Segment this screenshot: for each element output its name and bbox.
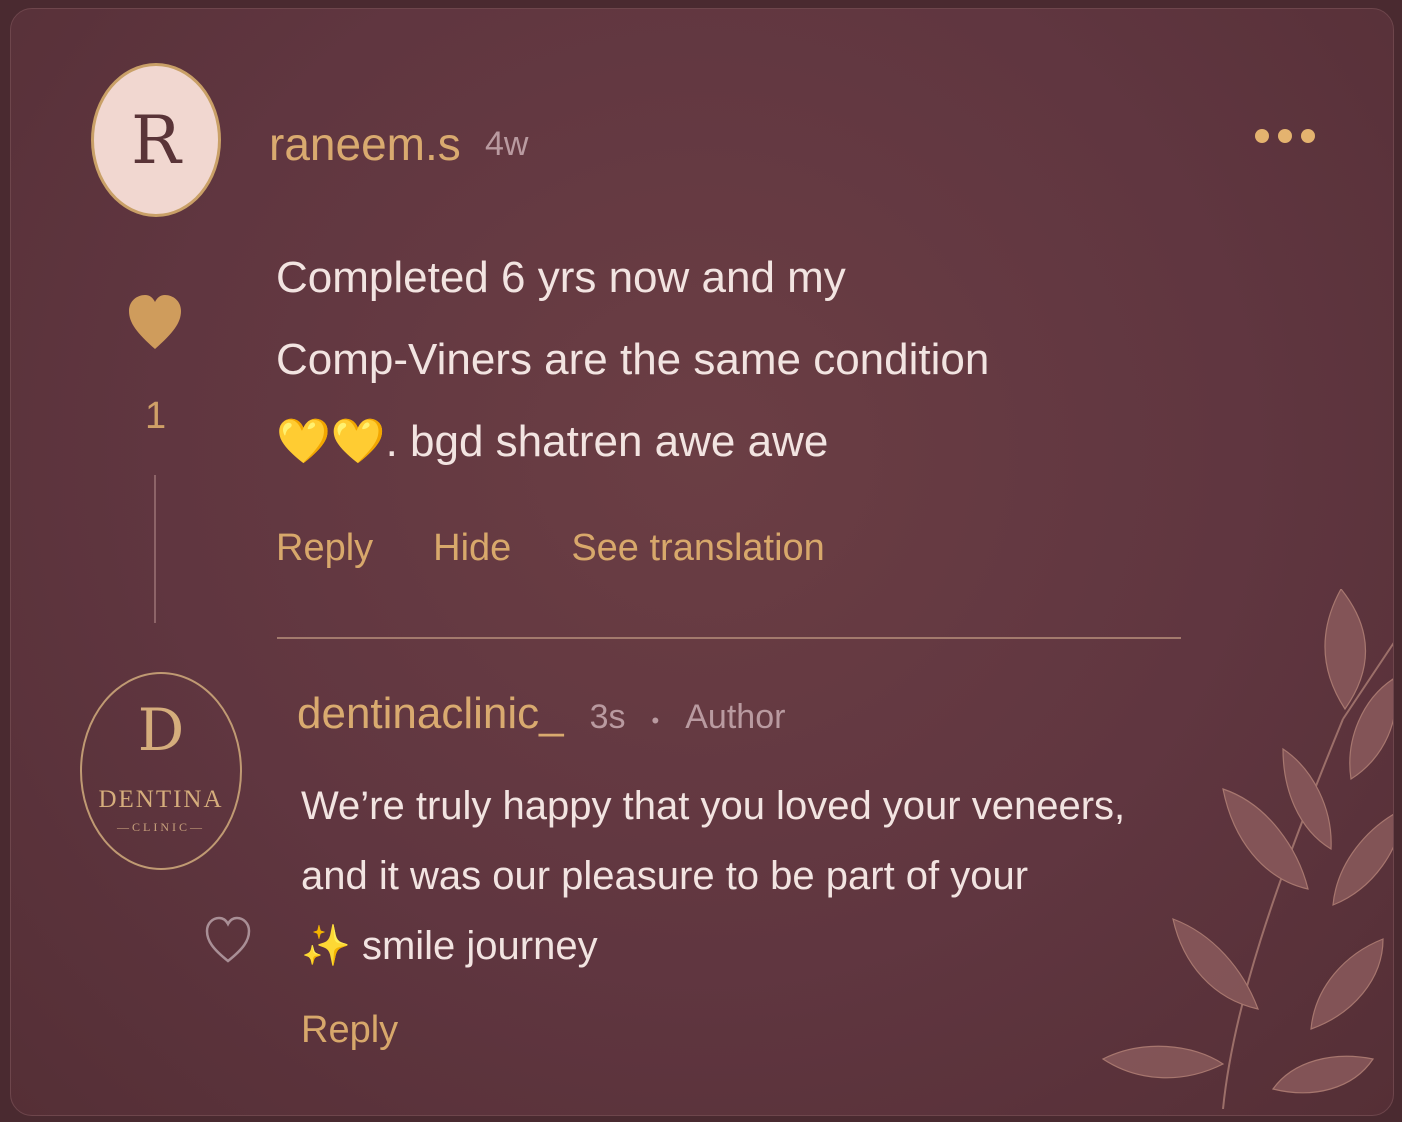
logo-letter: D	[137, 696, 185, 764]
yellow-heart-emoji: 💛💛	[276, 417, 386, 466]
avatar-letter: R	[131, 101, 181, 179]
clinic-logo-avatar[interactable]: D DENTINA —CLINIC—	[80, 672, 242, 870]
comment-line-2: Comp-Viners are the same condition	[276, 335, 990, 384]
reply-reply-button[interactable]: Reply	[301, 1009, 398, 1052]
author-badge: Author	[685, 698, 786, 736]
comment-line-1: Completed 6 yrs now and my	[276, 253, 846, 302]
comment-line-3: 💛💛. bgd shatren awe awe	[276, 417, 829, 466]
reply-button[interactable]: Reply	[276, 527, 373, 570]
reply-username[interactable]: dentinaclinic_	[297, 689, 564, 739]
sparkles-icon: ✨	[301, 924, 351, 968]
leaf-decoration	[1083, 587, 1393, 1114]
heart-filled-icon[interactable]	[127, 293, 183, 358]
thread-line	[154, 475, 156, 623]
reply-line-3: ✨ smile journey	[301, 924, 598, 968]
divider	[277, 637, 1181, 639]
reply-time: 3s	[589, 698, 626, 736]
logo-name: DENTINA	[98, 786, 224, 813]
comment-actions: Reply Hide See translation	[276, 527, 825, 570]
comment-time: 4w	[485, 125, 529, 163]
reply-header: dentinaclinic_ 3s • Author	[297, 689, 785, 739]
hide-button[interactable]: Hide	[433, 527, 511, 570]
like-count: 1	[145, 395, 167, 437]
comment-card: R raneem.s 4w 1 Completed 6 yrs now and …	[10, 8, 1394, 1116]
reply-line-2: and it was our pleasure to be part of yo…	[301, 854, 1029, 898]
comment-username[interactable]: raneem.s	[269, 117, 461, 171]
reply-text: We’re truly happy that you loved your ve…	[301, 771, 1125, 981]
avatar[interactable]: R	[91, 63, 221, 217]
reply-line-1: We’re truly happy that you loved your ve…	[301, 784, 1126, 828]
see-translation-button[interactable]: See translation	[571, 527, 825, 570]
logo-subtitle: —CLINIC—	[117, 820, 205, 834]
more-options-icon[interactable]	[1255, 129, 1315, 143]
heart-outline-icon[interactable]	[205, 915, 251, 970]
comment-text: Completed 6 yrs now and my Comp-Viners a…	[276, 237, 989, 483]
meta-separator: •	[651, 708, 660, 733]
